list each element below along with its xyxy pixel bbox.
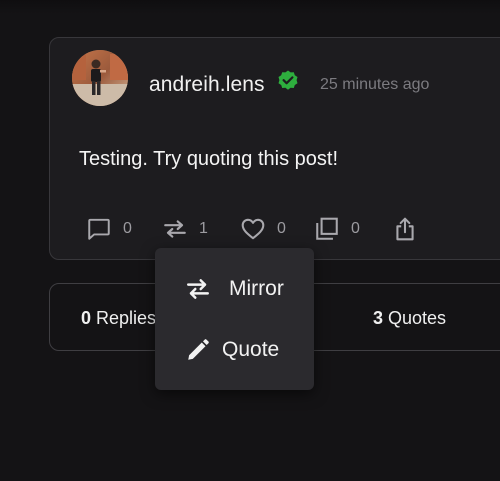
- collect-button[interactable]: 0: [314, 214, 360, 244]
- mirror-icon: [187, 279, 209, 299]
- menu-item-quote-label: Quote: [222, 338, 280, 361]
- like-count: 0: [277, 220, 286, 237]
- post-text: Testing. Try quoting this post!: [79, 148, 339, 170]
- post-timestamp[interactable]: 25 minutes ago: [320, 76, 429, 94]
- menu-item-quote[interactable]: Quote: [155, 321, 314, 377]
- replies-label: Replies: [96, 308, 157, 328]
- mirror-dropdown-menu: Mirror Quote: [155, 248, 314, 390]
- verified-badge-icon: [278, 70, 298, 90]
- collect-count: 0: [351, 220, 360, 237]
- comment-button[interactable]: 0: [86, 214, 132, 244]
- page: andreih.lens 25 minutes ago Testing. Try…: [0, 0, 500, 481]
- mirror-count: 1: [199, 220, 208, 237]
- pencil-icon: [188, 339, 209, 360]
- heart-icon: [241, 218, 265, 240]
- share-button[interactable]: [392, 214, 418, 244]
- quotes-label: Quotes: [388, 308, 447, 328]
- menu-item-mirror-label: Mirror: [229, 277, 284, 300]
- replies-count: 0: [81, 308, 92, 328]
- comment-icon: [88, 218, 110, 240]
- avatar[interactable]: [72, 50, 128, 106]
- top-shadow: [0, 0, 500, 14]
- share-icon: [396, 217, 414, 241]
- comment-count: 0: [123, 220, 132, 237]
- menu-item-mirror[interactable]: Mirror: [155, 260, 314, 316]
- quotes-tab[interactable]: 3 Quotes: [373, 308, 446, 329]
- like-button[interactable]: 0: [240, 214, 286, 244]
- collect-icon: [316, 217, 338, 240]
- author-name[interactable]: andreih.lens: [149, 73, 265, 97]
- post-card[interactable]: andreih.lens 25 minutes ago Testing. Try…: [49, 37, 500, 260]
- mirror-button[interactable]: 1: [162, 214, 208, 244]
- mirror-icon: [164, 220, 186, 238]
- replies-tab[interactable]: 0 Replies: [81, 308, 156, 329]
- quotes-count: 3: [373, 308, 384, 328]
